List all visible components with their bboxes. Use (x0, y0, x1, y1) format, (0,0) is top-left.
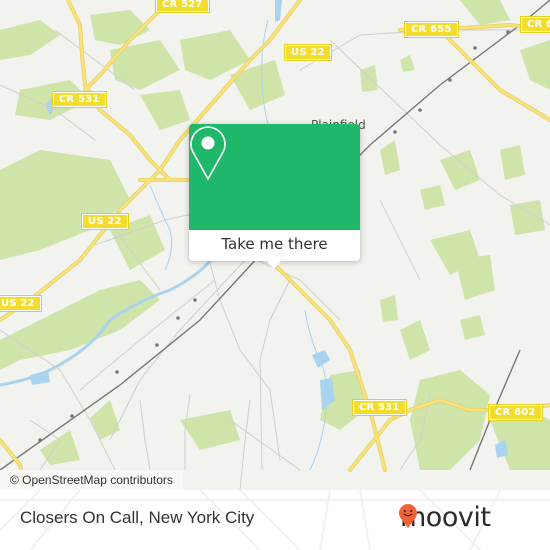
footer-bar: Closers On Call, New York City moovit (0, 490, 550, 550)
road-shield-us-22: US 22 (0, 295, 42, 312)
map-view[interactable]: Plainfield CR 527 CR 531 US 22 CR 655 CR… (0, 0, 550, 490)
road-shield-us-22: US 22 (284, 44, 332, 61)
place-name: Closers On Call, New York City (20, 508, 255, 527)
map-attribution[interactable]: © OpenStreetMap contributors (0, 470, 183, 490)
road-shield-cr-531: CR 531 (352, 399, 407, 416)
road-shield-cr-531: CR 531 (52, 91, 107, 108)
popup-pointer (266, 260, 282, 269)
moovit-logo[interactable]: moovit (398, 503, 491, 533)
moovit-smiley-pin-icon (399, 504, 417, 528)
road-shield-cr-602: CR 602 (488, 404, 543, 421)
map-pin-icon (190, 126, 226, 180)
road-shield-cr-527: CR 527 (155, 0, 210, 13)
road-shield-cr-6: CR 6 (519, 16, 550, 33)
location-popup: Take me there (189, 124, 360, 269)
road-shield-cr-655: CR 655 (404, 21, 459, 38)
take-me-there-button[interactable]: Take me there (189, 230, 360, 261)
popup-header (189, 124, 360, 230)
road-shield-us-22: US 22 (81, 213, 129, 230)
